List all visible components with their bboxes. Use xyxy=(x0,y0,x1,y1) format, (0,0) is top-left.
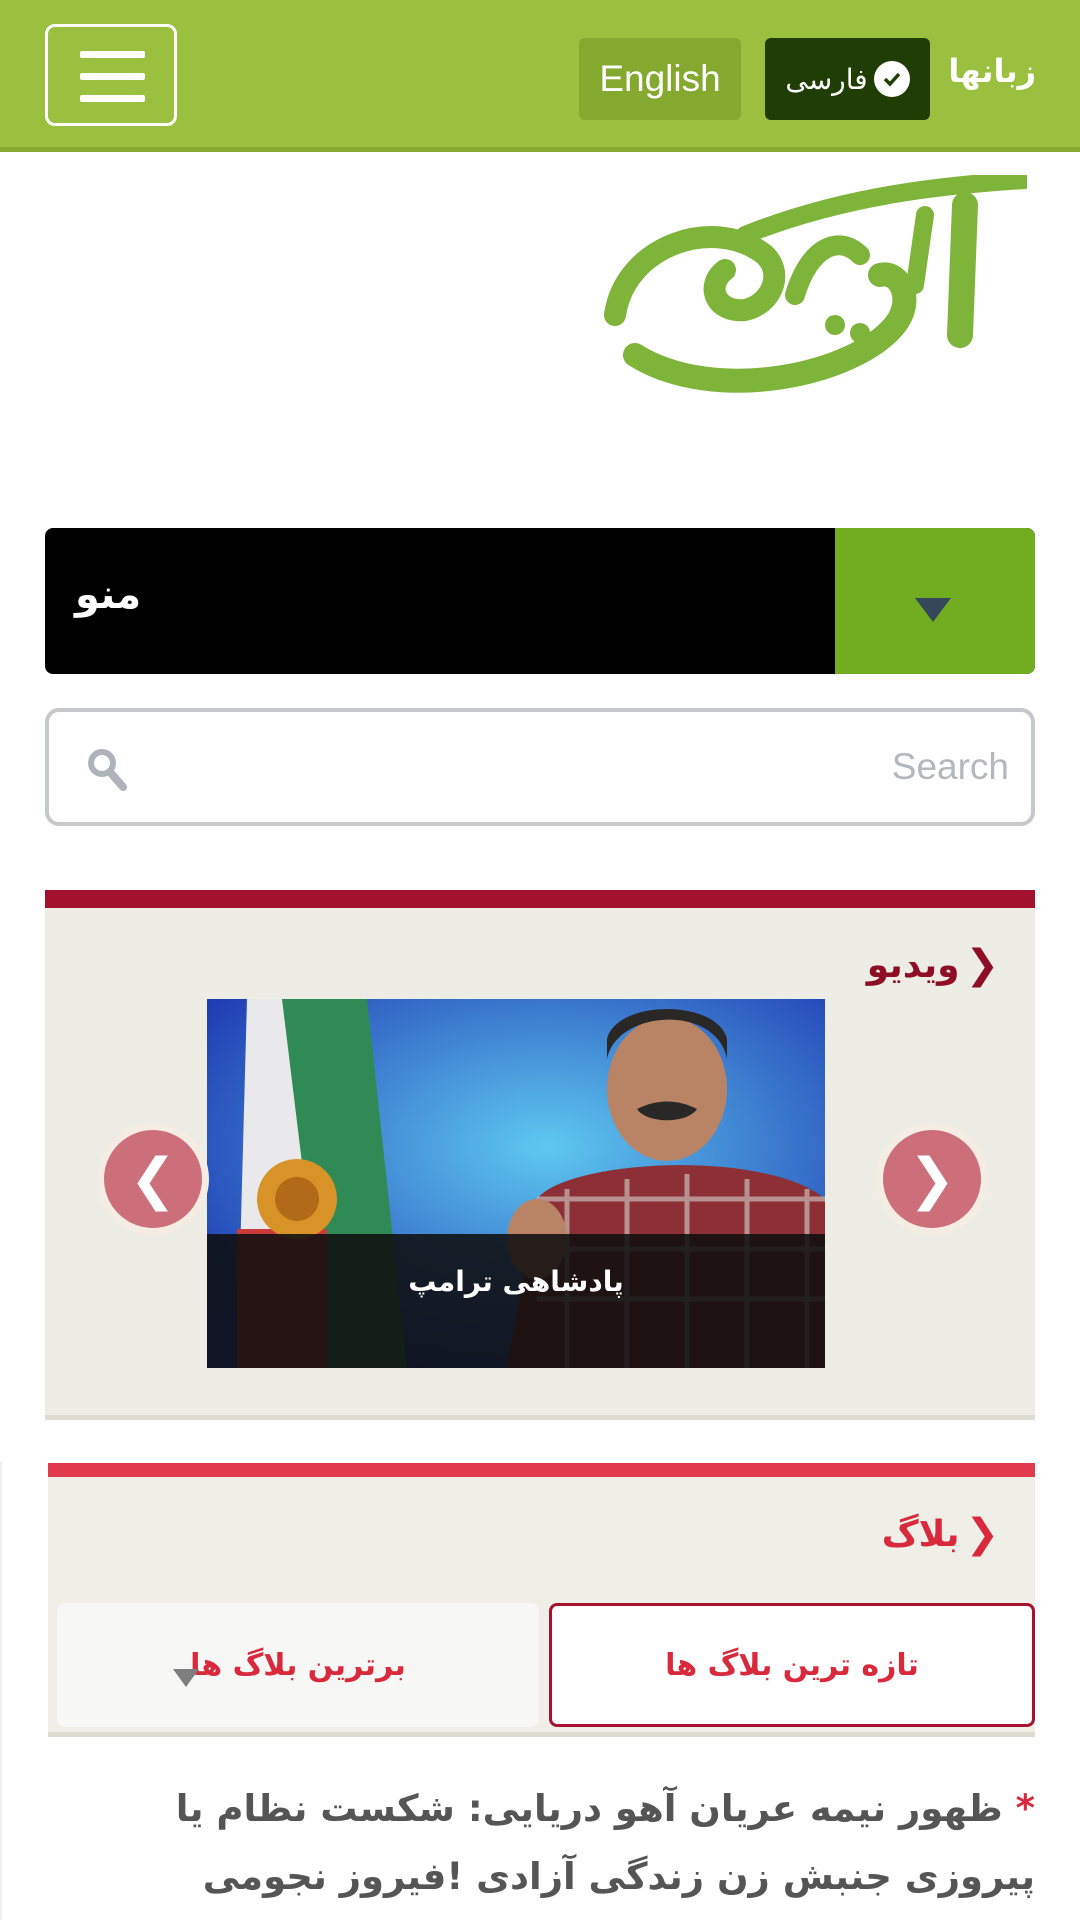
chevron-right-icon: ❯ xyxy=(908,1146,956,1212)
slider-next-button[interactable]: ❯ xyxy=(876,1123,988,1235)
blog-section-title[interactable]: ❮ بلاگ xyxy=(882,1511,999,1557)
search-icon[interactable] xyxy=(87,748,127,792)
chevron-left-icon: ❮ xyxy=(965,942,999,988)
languages-label: زبانها xyxy=(948,52,1036,90)
search-input[interactable] xyxy=(149,732,1009,802)
video-slide[interactable]: پادشاهی ترامپ xyxy=(207,999,825,1368)
top-bar: English فارسی زبانها xyxy=(0,0,1080,152)
site-logo[interactable] xyxy=(595,171,1034,400)
video-title-label: ویدیو xyxy=(866,944,960,986)
tab-top-blogs[interactable]: برترین بلاگ ها xyxy=(57,1603,539,1727)
article-headline-text: ظهور نیمه عریان آهو دریایی: شکست نظام یا… xyxy=(175,1787,1035,1898)
blog-title-label: بلاگ xyxy=(881,1513,960,1555)
bullet-marker: * xyxy=(1015,1787,1035,1830)
article-headline[interactable]: * ظهور نیمه عریان آهو دریایی: شکست نظام … xyxy=(45,1775,1035,1911)
chevron-left-icon: ❮ xyxy=(965,1511,999,1557)
menu-button[interactable] xyxy=(45,24,177,126)
slider-prev-button[interactable]: ❮ xyxy=(97,1123,209,1235)
menu-label: منو xyxy=(75,572,142,618)
language-english-button[interactable]: English xyxy=(579,38,741,120)
menu-dropdown-toggle[interactable] xyxy=(835,528,1035,674)
chevron-down-icon xyxy=(915,598,951,622)
chevron-left-icon: ❮ xyxy=(129,1146,177,1212)
menu-icon-bar xyxy=(80,73,145,80)
tab-top-blogs-label: برترین بلاگ ها xyxy=(190,1647,406,1683)
divider xyxy=(0,1462,2,1920)
main-menu-bar[interactable]: منو xyxy=(45,528,1035,674)
menu-icon-bar xyxy=(80,95,145,102)
video-section: ❮ ویدیو پادشاهی ترامپ ❮ ❯ xyxy=(45,890,1035,1420)
check-icon xyxy=(873,61,910,97)
menu-icon-bar xyxy=(80,51,145,58)
video-section-title[interactable]: ❮ ویدیو xyxy=(867,942,999,988)
language-farsi-label: فارسی xyxy=(785,62,868,96)
tab-latest-blogs[interactable]: تازه ترین بلاگ ها xyxy=(549,1603,1035,1727)
language-farsi-button[interactable]: فارسی xyxy=(765,38,930,120)
blog-section: ❮ بلاگ تازه ترین بلاگ ها برترین بلاگ ها xyxy=(48,1463,1035,1737)
search-box xyxy=(45,708,1035,826)
video-caption: پادشاهی ترامپ xyxy=(207,1234,825,1368)
chevron-down-icon xyxy=(173,1669,199,1687)
